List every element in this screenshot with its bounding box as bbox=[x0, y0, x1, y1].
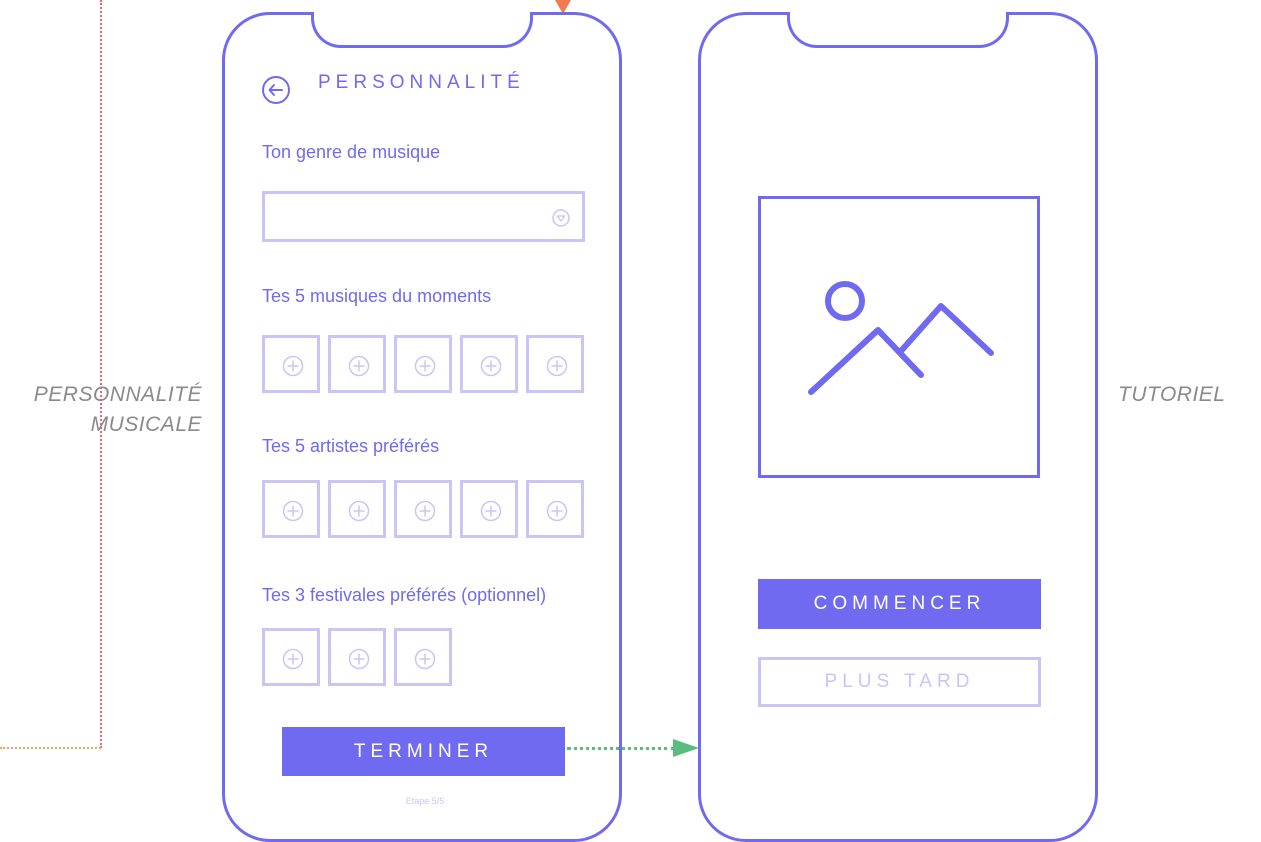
plus-circle-icon bbox=[282, 500, 304, 522]
flow-arrow-line bbox=[567, 747, 675, 750]
image-placeholder-icon bbox=[808, 281, 994, 395]
start-button[interactable]: COMMENCER bbox=[758, 579, 1041, 629]
artiste-add-button-3[interactable] bbox=[394, 480, 452, 538]
plus-circle-icon bbox=[546, 500, 568, 522]
genre-select[interactable] bbox=[262, 191, 585, 242]
musique-add-button-3[interactable] bbox=[394, 335, 452, 393]
plus-circle-icon bbox=[282, 355, 304, 377]
musique-add-button-1[interactable] bbox=[262, 335, 320, 393]
plus-circle-icon bbox=[348, 648, 370, 670]
festival-add-button-1[interactable] bbox=[262, 628, 320, 686]
plus-circle-icon bbox=[480, 355, 502, 377]
artistes-label: Tes 5 artistes préférés bbox=[262, 436, 440, 456]
festivals-label: Tes 3 festivales préférés (optionnel) bbox=[262, 585, 547, 605]
finish-button[interactable]: TERMINER bbox=[282, 727, 565, 776]
plus-circle-icon bbox=[414, 355, 436, 377]
caption-tutoriel: TUTORIEL bbox=[1118, 383, 1226, 406]
phone-notch bbox=[787, 12, 1009, 48]
flow-arrow-head-icon bbox=[673, 739, 699, 757]
musique-add-button-4[interactable] bbox=[460, 335, 518, 393]
flow-connector-horizontal bbox=[0, 747, 101, 749]
tutorial-image-placeholder bbox=[758, 196, 1040, 478]
plus-circle-icon bbox=[282, 648, 304, 670]
later-button[interactable]: PLUS TARD bbox=[758, 657, 1041, 707]
plus-circle-icon bbox=[348, 500, 370, 522]
caption-line-2: MUSICALE bbox=[90, 413, 202, 436]
genre-label: Ton genre de musique bbox=[262, 142, 441, 162]
caption-line-1: PERSONNALITÉ bbox=[33, 383, 202, 406]
festival-add-button-2[interactable] bbox=[328, 628, 386, 686]
plus-circle-icon bbox=[348, 355, 370, 377]
dropdown-triangle-icon bbox=[552, 209, 570, 227]
artiste-add-button-4[interactable] bbox=[460, 480, 518, 538]
artiste-add-button-2[interactable] bbox=[328, 480, 386, 538]
plus-circle-icon bbox=[546, 355, 568, 377]
back-arrow-icon[interactable] bbox=[261, 75, 291, 105]
step-indicator: Etape 5/5 bbox=[405, 796, 445, 806]
caption-personnalite-musicale: PERSONNALITÉ MUSICALE bbox=[20, 380, 202, 440]
flow-connector-vertical bbox=[100, 0, 102, 748]
phone-personnalite bbox=[222, 12, 622, 842]
plus-circle-icon bbox=[414, 500, 436, 522]
artiste-add-button-5[interactable] bbox=[526, 480, 584, 538]
phone-notch bbox=[311, 12, 533, 48]
musique-add-button-5[interactable] bbox=[526, 335, 584, 393]
musique-add-button-2[interactable] bbox=[328, 335, 386, 393]
festival-add-button-3[interactable] bbox=[394, 628, 452, 686]
page-title: PERSONNALITÉ bbox=[318, 72, 525, 93]
plus-circle-icon bbox=[480, 500, 502, 522]
plus-circle-icon bbox=[414, 648, 436, 670]
musiques-label: Tes 5 musiques du moments bbox=[262, 286, 492, 306]
artiste-add-button-1[interactable] bbox=[262, 480, 320, 538]
